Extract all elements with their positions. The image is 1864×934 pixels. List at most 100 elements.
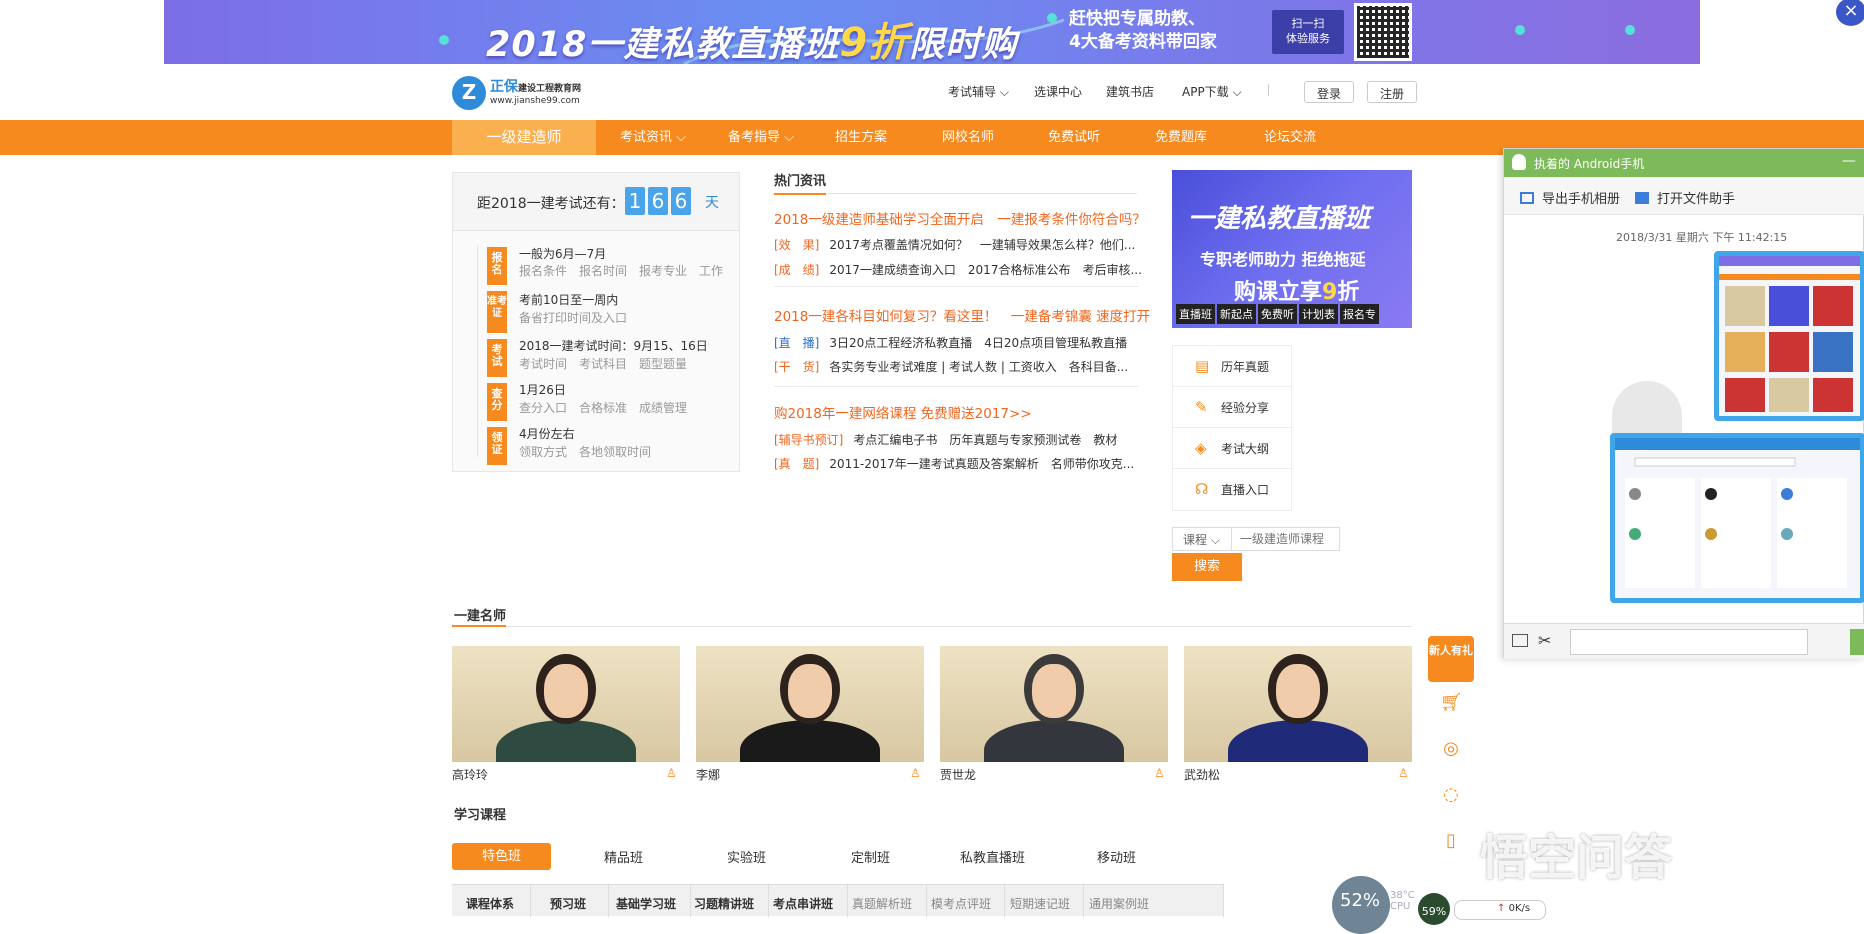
ad-tag: 新起点 — [1217, 304, 1256, 324]
ad-headline: 一建私教直播班 — [1188, 204, 1371, 234]
photo-figure — [788, 664, 832, 718]
banner-close-button[interactable]: × — [1836, 0, 1864, 26]
column-header[interactable]: 考点串讲班 — [773, 895, 833, 912]
nav-item-teachers[interactable]: 网校名师 — [942, 120, 994, 155]
divider — [774, 386, 1139, 387]
column-header[interactable]: 课程体系 — [466, 895, 514, 912]
system-monitor-gauge[interactable]: 52% — [1332, 876, 1390, 934]
teacher-photo[interactable] — [940, 646, 1168, 762]
nav-item-prep-guide[interactable]: 备考指导 ⌵ — [728, 120, 794, 155]
teacher-name[interactable]: 高玲玲 — [452, 766, 488, 783]
nav-item-forum[interactable]: 论坛交流 — [1264, 120, 1316, 155]
news-row[interactable]: [干 货] 各实务专业考试难度 | 考试人数 | 工资收入 各科目备... — [774, 358, 1128, 375]
step-links[interactable]: 考试时间 考试科目 题型题量 — [519, 355, 687, 372]
new-user-gift-button[interactable]: 新人有礼 — [1428, 636, 1474, 682]
screenshot-thumbnail[interactable] — [1610, 433, 1864, 603]
news-row[interactable]: [成 绩] 2017一建成绩查询入口 2017合格标准公布 考后审核... — [774, 261, 1142, 278]
news-headline[interactable]: 购2018年一建网络课程 免费赠送2017>> — [774, 402, 1032, 422]
teacher-photo[interactable] — [1184, 646, 1412, 762]
teacher-name[interactable]: 武劲松 — [1184, 766, 1220, 783]
course-tab-experimental[interactable]: 实验班 — [727, 847, 766, 866]
news-row[interactable]: [效 果] 2017考点覆盖情况如何？ 一建辅导效果怎么样？他们... — [774, 236, 1135, 253]
news-headline[interactable]: 2018一级建造师基础学习全面开启 一建报考条件你符合吗？ — [774, 208, 1146, 228]
news-row[interactable]: [直 播] 3日20点工程经济私教直播 4日20点项目管理私教直播 — [774, 334, 1127, 351]
step-links[interactable]: 领取方式 各地领取时间 — [519, 443, 651, 460]
quicklink-past-exams[interactable]: ▤ 历年真题 — [1173, 346, 1293, 387]
course-tab-custom[interactable]: 定制班 — [851, 847, 890, 866]
course-tab-featured[interactable]: 特色班 — [452, 843, 551, 870]
teacher-name[interactable]: 贾世龙 — [940, 766, 976, 783]
toplink-exam-guide[interactable]: 考试辅导 ⌵ — [948, 83, 1009, 100]
chevron-down-icon: ⌵ — [1232, 85, 1242, 99]
teacher-photo[interactable] — [696, 646, 924, 762]
chat-icon[interactable]: ◌ — [1440, 784, 1462, 806]
column-header[interactable]: 短期速记班 — [1010, 895, 1070, 912]
step-links[interactable]: 备省打印时间及入口 — [519, 309, 627, 326]
site-logo[interactable]: Z 正保建设工程教育网 www.jianshe99.com — [452, 74, 592, 112]
teacher-photo[interactable] — [452, 646, 680, 762]
quicklink-experience[interactable]: ✎ 经验分享 — [1173, 387, 1293, 428]
course-tab-premium[interactable]: 精品班 — [604, 847, 643, 866]
toplink-bookstore[interactable]: 建筑书店 — [1106, 83, 1154, 100]
register-button[interactable]: 注册 — [1367, 81, 1418, 103]
news-row[interactable]: [辅导书预订] 考点汇编电子书 历年真题与专家预测试卷 教材 — [774, 431, 1117, 448]
column-header[interactable]: 通用案例班 — [1089, 895, 1149, 912]
open-file-helper-button[interactable]: 打开文件助手 — [1635, 188, 1735, 207]
step-title[interactable]: 2018一建考试时间：9月15、16日 — [519, 337, 708, 354]
countdown-header: 距2018一建考试还有： 1 6 6 天 — [453, 173, 739, 231]
news-row[interactable]: [真 题] 2011-2017年一建考试真题及答案解析 名师带你攻克... — [774, 455, 1134, 472]
support-icon[interactable]: ◎ — [1440, 738, 1462, 760]
step-title[interactable]: 考前10日至一周内 — [519, 291, 618, 308]
user-icon: ♙ — [1398, 766, 1409, 780]
memory-gauge[interactable]: 59% — [1418, 893, 1450, 925]
photo-figure — [544, 664, 588, 718]
send-button[interactable] — [1850, 629, 1864, 655]
course-tab-mobile[interactable]: 移动班 — [1097, 847, 1136, 866]
teacher-name[interactable]: 李娜 — [696, 766, 720, 783]
nav-item-question-bank[interactable]: 免费题库 — [1155, 120, 1207, 155]
nav-item-yijian[interactable]: 一级建造师 — [452, 120, 596, 155]
step-title[interactable]: 一般为6月—7月 — [519, 245, 606, 262]
photo-figure — [1032, 664, 1076, 718]
nav-item-free-trial[interactable]: 免费试听 — [1048, 120, 1100, 155]
cart-icon[interactable]: 🛒︎ — [1440, 692, 1463, 714]
login-button[interactable]: 登录 — [1304, 81, 1355, 103]
folder-icon[interactable] — [1512, 634, 1528, 647]
export-album-button[interactable]: 导出手机相册 — [1520, 188, 1620, 207]
promo-banner[interactable]: 2018一建私教直播班9折限时购 赶快把专属助教、 4大备考资料带回家 扫一扫 体验… — [164, 0, 1700, 64]
nav-item-enrollment[interactable]: 招生方案 — [835, 120, 887, 155]
column-header[interactable]: 真题解析班 — [852, 895, 912, 912]
search-button[interactable]: 搜索 — [1172, 553, 1242, 581]
chat-message-input[interactable] — [1570, 629, 1808, 655]
quicklink-live[interactable]: ☊ 直播入口 — [1173, 469, 1293, 510]
step-links[interactable]: 报名条件 报名时间 报考专业 工作 — [519, 262, 723, 279]
divider — [926, 885, 927, 917]
step-links[interactable]: 查分入口 合格标准 成绩管理 — [519, 399, 687, 416]
scissors-icon[interactable]: ✂ — [1538, 631, 1551, 650]
logo-icon: Z — [452, 76, 486, 110]
thumbnail-content — [1719, 256, 1860, 412]
course-tab-private-live[interactable]: 私教直播班 — [960, 847, 1025, 866]
nav-item-exam-news[interactable]: 考试资讯 ⌵ — [620, 120, 686, 155]
column-header[interactable]: 基础学习班 — [616, 895, 676, 912]
private-tutor-ad[interactable]: 一建私教直播班 专职老师助力 拒绝拖延 购课立享9折 直播班 新起点 免费听 计划表报… — [1172, 170, 1412, 328]
minimize-button[interactable]: — — [1842, 153, 1856, 169]
ad-subline: 专职老师助力 拒绝拖延 — [1200, 250, 1366, 269]
column-header[interactable]: 模考点评班 — [931, 895, 991, 912]
step-title[interactable]: 4月份左右 — [519, 425, 575, 442]
column-header[interactable]: 习题精讲班 — [694, 895, 754, 912]
toplink-course-center[interactable]: 选课中心 — [1034, 83, 1082, 100]
chat-titlebar[interactable]: 执着的 Android手机 — — [1504, 149, 1864, 177]
column-header[interactable]: 预习班 — [550, 895, 586, 912]
screenshot-thumbnail[interactable] — [1714, 251, 1864, 421]
search-input[interactable] — [1232, 527, 1340, 551]
photo-figure — [1276, 664, 1320, 718]
news-headline[interactable]: 2018一建各科目如何复习？看这里！ 一建备考锦囊 速度打开 — [774, 305, 1150, 325]
mobile-icon[interactable]: ▯ — [1440, 830, 1462, 852]
step-title[interactable]: 1月26日 — [519, 381, 566, 398]
countdown-digit: 6 — [671, 187, 691, 215]
chevron-down-icon: ⌵ — [676, 130, 687, 145]
search-category-select[interactable]: 课程 ⌵ — [1172, 527, 1232, 551]
toplink-app-download[interactable]: APP下载 ⌵ — [1182, 83, 1242, 100]
quicklink-syllabus[interactable]: ◈ 考试大纲 — [1173, 428, 1293, 469]
